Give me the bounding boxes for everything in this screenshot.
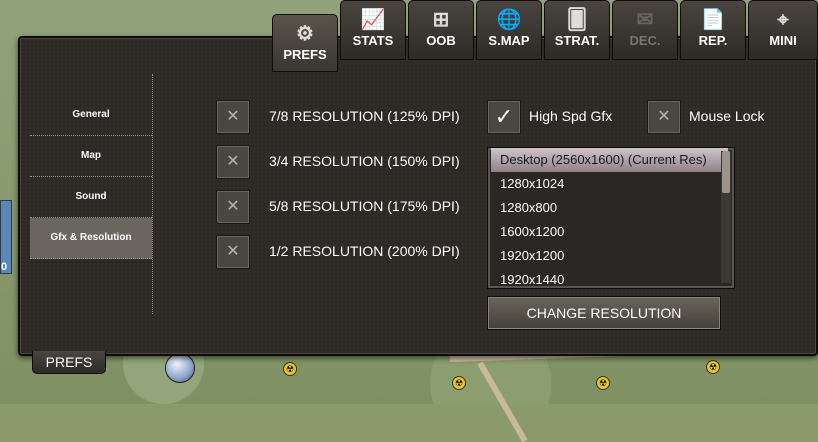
sidebar-divider — [152, 74, 153, 314]
option-label: 5/8 RESOLUTION (175% DPI) — [269, 198, 460, 214]
radiation-marker-icon: ☢ — [452, 376, 466, 390]
high-spd-gfx-checkbox[interactable]: ✓ — [487, 100, 521, 134]
tab-mini[interactable]: ⌖ MINI — [748, 0, 818, 60]
tab-prefs[interactable]: ⚙ PREFS — [272, 14, 338, 72]
prefs-footer-tab[interactable]: PREFS — [32, 351, 106, 374]
resolution-item[interactable]: 1280x800 — [491, 196, 728, 220]
sidebar-item-sound[interactable]: Sound — [30, 177, 152, 218]
tab-label: STRAT. — [545, 33, 609, 48]
sidebar-item-label: Map — [81, 150, 101, 161]
res-5-8-checkbox[interactable]: ✕ — [216, 190, 250, 224]
gear-icon: ⚙ — [292, 23, 318, 45]
sidebar-item-label: General — [72, 109, 109, 120]
sidebar-item-label: Gfx & Resolution — [50, 232, 131, 243]
change-resolution-button[interactable]: CHANGE RESOLUTION — [487, 296, 721, 330]
resolution-list[interactable]: Desktop (2560x1600) (Current Res) 1280x1… — [487, 147, 735, 289]
sidebar-item-general[interactable]: General — [30, 95, 152, 136]
tab-label: MINI — [749, 33, 817, 48]
chart-icon: 📈 — [360, 9, 386, 31]
tab-label: PREFS — [273, 47, 337, 62]
option-label: 1/2 RESOLUTION (200% DPI) — [269, 243, 460, 259]
resolution-item[interactable]: 1600x1200 — [491, 220, 728, 244]
tab-stats[interactable]: 📈 STATS — [340, 0, 406, 60]
option-label: 7/8 RESOLUTION (125% DPI) — [269, 108, 460, 124]
preferences-sidebar: General Map Sound Gfx & Resolution — [30, 95, 152, 259]
sidebar-item-label: Sound — [75, 191, 106, 202]
res-7-8-checkbox[interactable]: ✕ — [216, 100, 250, 134]
option-label: 3/4 RESOLUTION (150% DPI) — [269, 153, 460, 169]
radiation-marker-icon: ☢ — [283, 362, 297, 376]
scrollbar-thumb[interactable] — [722, 151, 730, 193]
map-unit-counter[interactable]: 0 — [0, 200, 12, 274]
tab-oob[interactable]: ⊞ OOB — [408, 0, 474, 60]
tab-smap[interactable]: 🌐 S.MAP — [476, 0, 542, 60]
tab-label: REP. — [681, 33, 745, 48]
globe-icon[interactable] — [165, 353, 195, 383]
tab-label: DEC. — [613, 33, 677, 48]
road — [477, 362, 527, 442]
tab-label: S.MAP — [477, 33, 541, 48]
radiation-marker-icon: ☢ — [706, 360, 720, 374]
document-icon: 📄 — [700, 9, 726, 31]
globe-icon: 🌐 — [496, 9, 522, 31]
tab-rep[interactable]: 📄 REP. — [680, 0, 746, 60]
option-label: High Spd Gfx — [529, 108, 612, 124]
option-label: Mouse Lock — [689, 108, 764, 124]
envelope-icon: ✉ — [632, 9, 658, 31]
org-chart-icon: ⊞ — [428, 9, 454, 31]
tab-dec[interactable]: ✉ DEC. — [612, 0, 678, 60]
resolution-item[interactable]: 1280x1024 — [491, 172, 728, 196]
resolution-list-scrollbar[interactable] — [721, 151, 731, 283]
resolution-item[interactable]: 1920x1200 — [491, 244, 728, 268]
resolution-item[interactable]: Desktop (2560x1600) (Current Res) — [491, 148, 728, 172]
tab-strat[interactable]: 🂠 STRAT. — [544, 0, 610, 60]
radiation-marker-icon: ☢ — [596, 376, 610, 390]
tab-label: OOB — [409, 33, 473, 48]
cards-icon: 🂠 — [564, 9, 590, 31]
resolution-item[interactable]: 1920x1440 — [491, 268, 728, 286]
res-3-4-checkbox[interactable]: ✕ — [216, 145, 250, 179]
unit-strength-label: 0 — [1, 261, 7, 273]
res-1-2-checkbox[interactable]: ✕ — [216, 235, 250, 269]
map-pin-icon: ⌖ — [770, 9, 796, 31]
mouse-lock-checkbox[interactable]: ✕ — [647, 100, 681, 134]
tab-label: STATS — [341, 33, 405, 48]
sidebar-item-map[interactable]: Map — [30, 136, 152, 177]
sidebar-item-gfx-resolution[interactable]: Gfx & Resolution — [30, 218, 152, 259]
